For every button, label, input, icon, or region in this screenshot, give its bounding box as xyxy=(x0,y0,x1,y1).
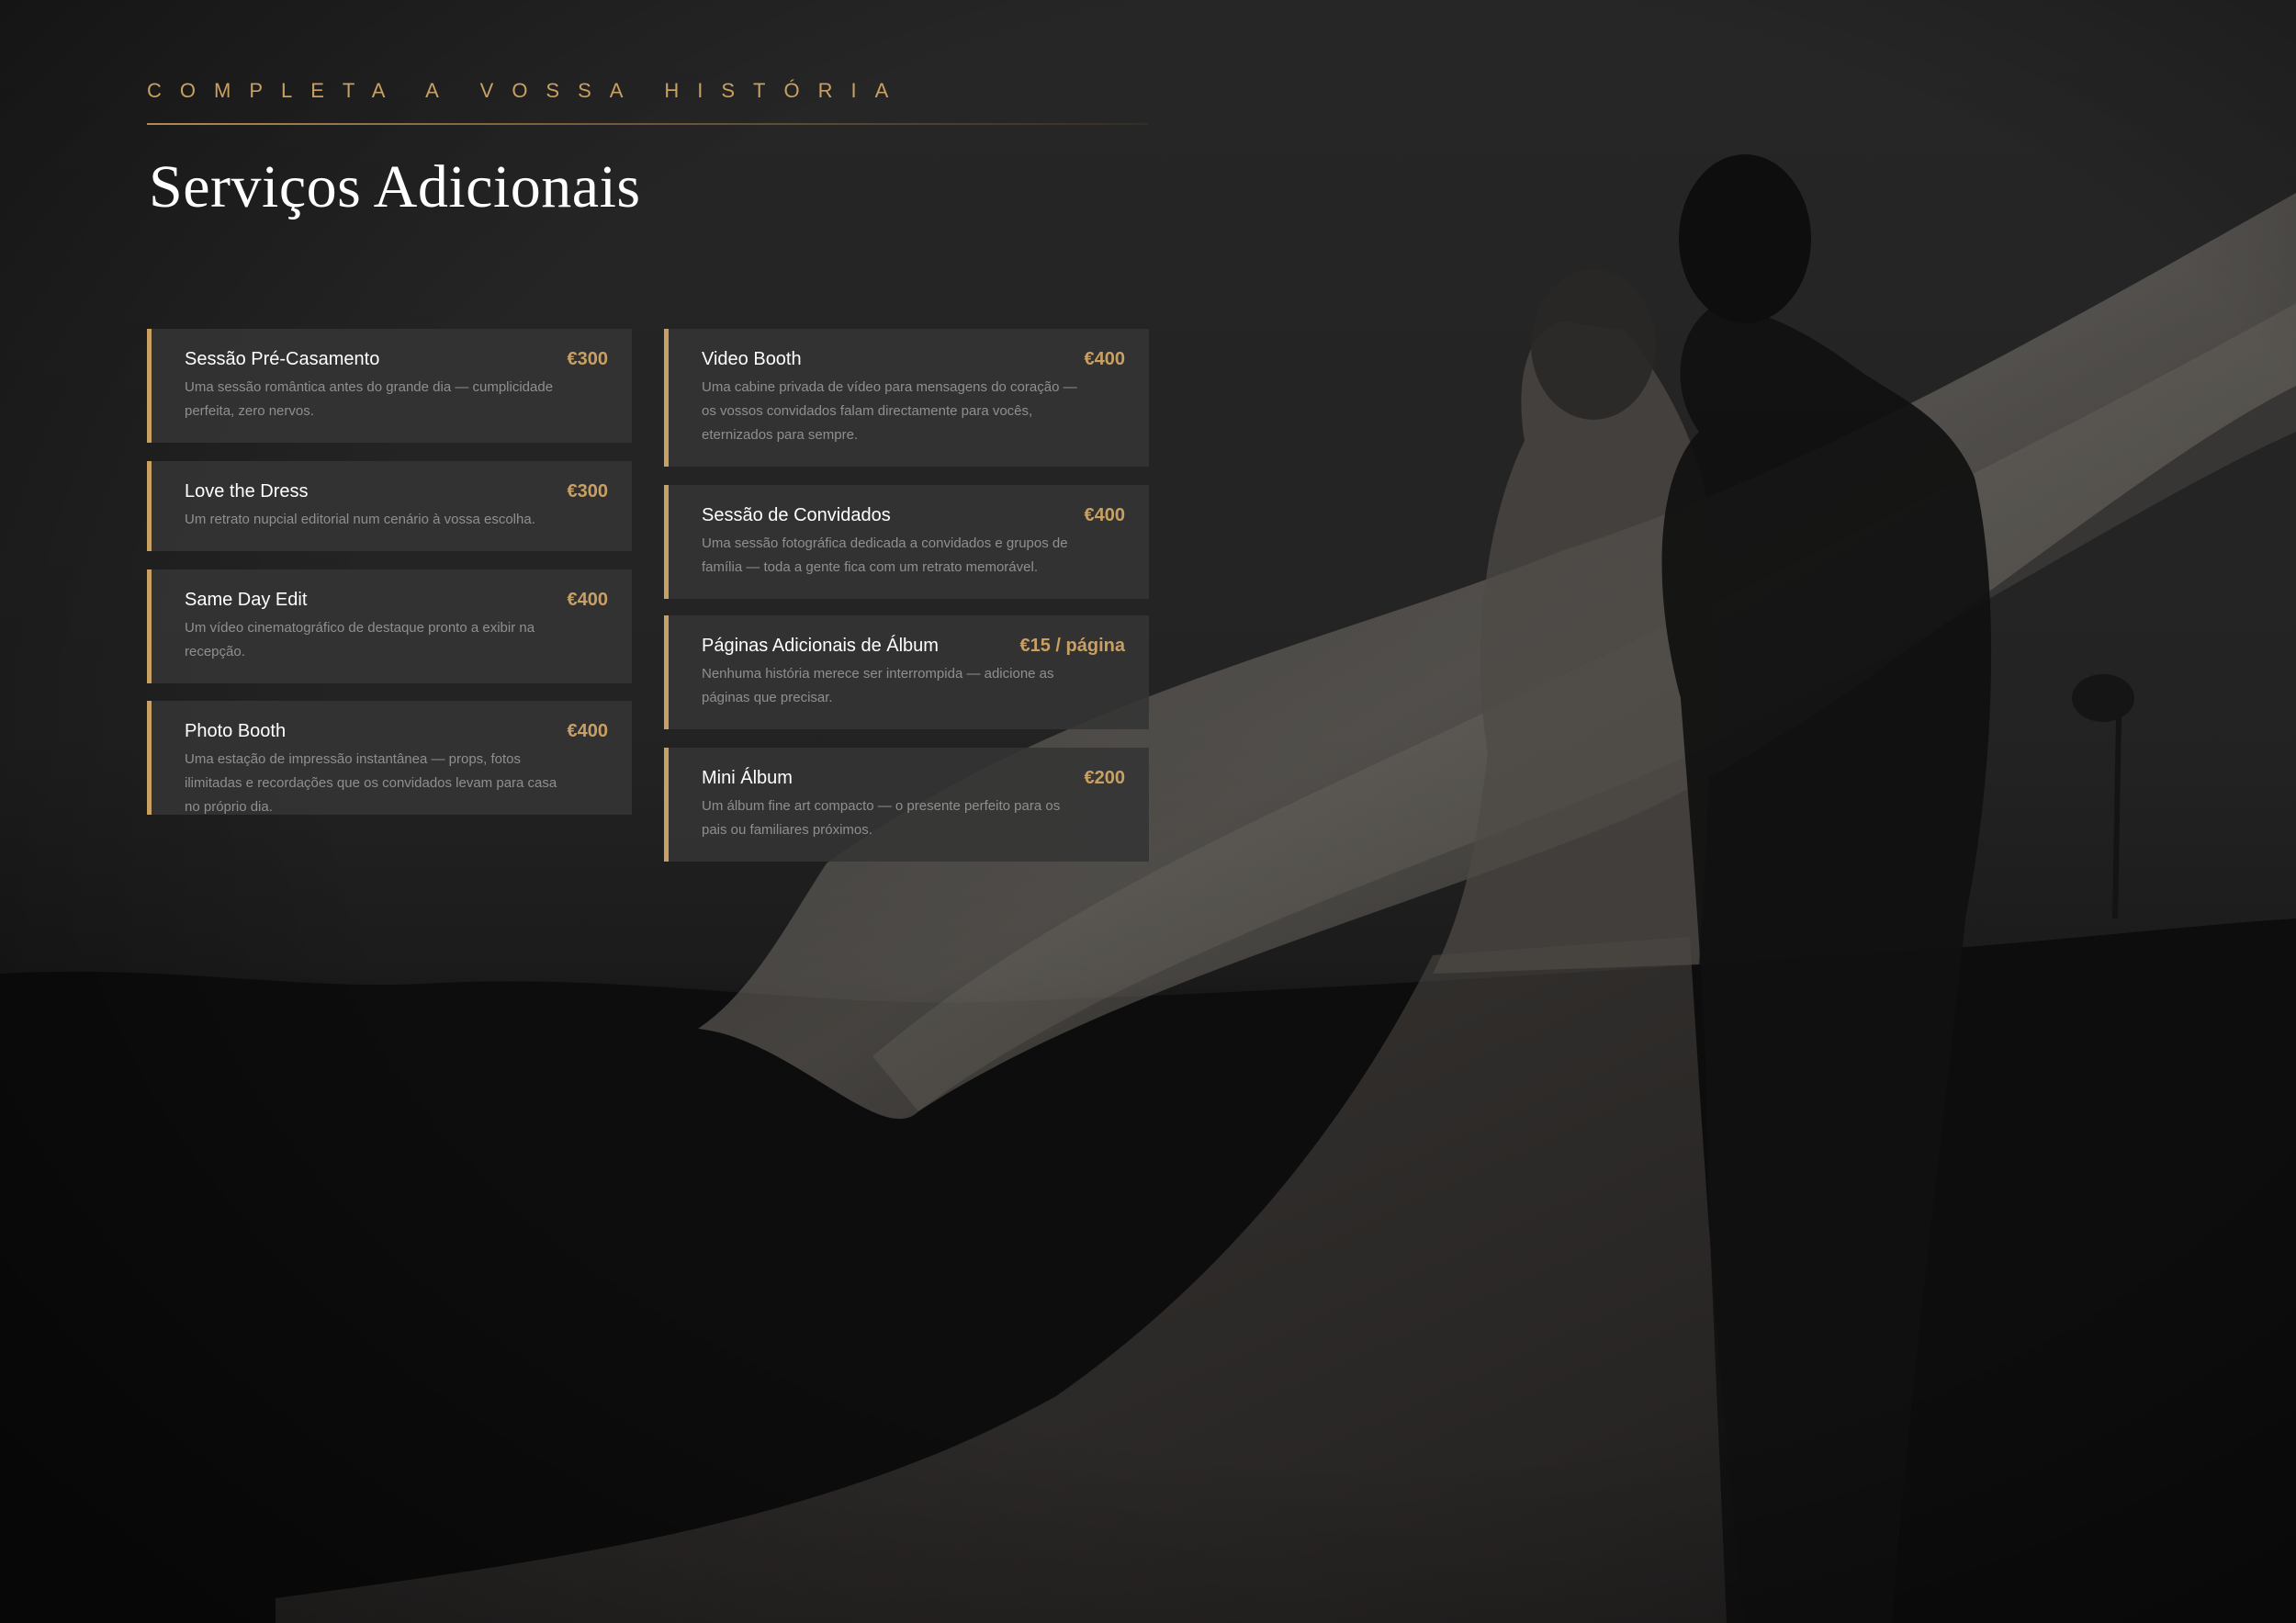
service-description: Uma cabine privada de vídeo para mensage… xyxy=(702,379,1077,443)
service-description: Uma sessão fotográfica dedicada a convid… xyxy=(702,535,1068,575)
service-card-love-the-dress: Love the Dress €300 Um retrato nupcial e… xyxy=(147,461,632,551)
service-price: €400 xyxy=(567,721,609,741)
page-title: Serviços Adicionais xyxy=(149,153,641,220)
page: Completa a vossa história Serviços Adici… xyxy=(0,0,2296,1623)
service-price: €15 / página xyxy=(1019,636,1126,656)
service-card-album-pages: Páginas Adicionais de Álbum €15 / página… xyxy=(664,615,1149,729)
service-price: €300 xyxy=(567,349,609,369)
service-title: Video Booth xyxy=(702,349,802,369)
service-card-pre-wedding: Sessão Pré-Casamento €300 Uma sessão rom… xyxy=(147,329,632,443)
service-title: Sessão Pré-Casamento xyxy=(185,349,380,369)
service-title: Same Day Edit xyxy=(185,590,308,610)
service-description: Um vídeo cinematográfico de destaque pro… xyxy=(185,620,535,659)
service-card-photo-booth: Photo Booth €400 Uma estação de impressã… xyxy=(147,701,632,815)
service-title: Photo Booth xyxy=(185,721,287,741)
service-price: €300 xyxy=(567,481,609,502)
section-eyebrow: Completa a vossa história xyxy=(147,79,907,102)
service-price: €400 xyxy=(567,590,609,610)
service-description: Nenhuma história merece ser interrompida… xyxy=(702,666,1054,705)
service-description: Um retrato nupcial editorial num cenário… xyxy=(185,512,535,527)
service-title: Mini Álbum xyxy=(702,768,793,788)
service-description: Um álbum fine art compacto — o presente … xyxy=(702,798,1061,838)
service-price: €200 xyxy=(1084,768,1126,788)
service-title: Love the Dress xyxy=(185,481,309,502)
service-card-mini-album: Mini Álbum €200 Um álbum fine art compac… xyxy=(664,748,1149,862)
service-card-guest-session: Sessão de Convidados €400 Uma sessão fot… xyxy=(664,485,1149,599)
services-section: Completa a vossa história Serviços Adici… xyxy=(147,79,1157,862)
service-card-same-day-edit: Same Day Edit €400 Um vídeo cinematográf… xyxy=(147,569,632,683)
service-price: €400 xyxy=(1084,505,1126,525)
service-description: Uma sessão romântica antes do grande dia… xyxy=(185,379,554,419)
service-description: Uma estação de impressão instantânea — p… xyxy=(185,751,557,815)
gold-divider xyxy=(147,123,1148,125)
service-title: Sessão de Convidados xyxy=(702,505,891,525)
service-price: €400 xyxy=(1084,349,1126,369)
service-card-video-booth: Video Booth €400 Uma cabine privada de v… xyxy=(664,329,1149,467)
service-title: Páginas Adicionais de Álbum xyxy=(702,636,939,656)
